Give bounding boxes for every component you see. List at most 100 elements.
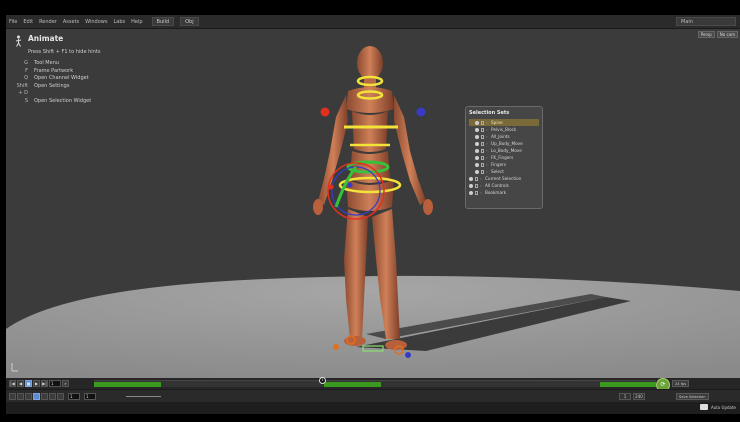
bottom-right-controls: Save Selection — [676, 393, 709, 400]
eye-icon[interactable] — [469, 176, 473, 181]
lock-icon[interactable] — [481, 169, 484, 174]
menu-windows[interactable]: Windows — [82, 19, 110, 25]
chat-icon — [699, 404, 708, 410]
selection-set-row[interactable]: › Pelvis_Block — [469, 126, 539, 133]
graph-tool-icon[interactable] — [41, 393, 48, 400]
save-selection-button[interactable]: Save Selection — [676, 393, 709, 400]
menu-render[interactable]: Render — [36, 19, 60, 25]
main-selector[interactable]: Main — [676, 17, 736, 26]
lock-icon[interactable] — [481, 127, 484, 132]
eye-icon[interactable] — [475, 169, 479, 174]
step-back-button[interactable]: ◀ — [17, 380, 24, 387]
scene-viewport[interactable]: Animate Press Shift + F1 to hide hints G… — [6, 29, 740, 378]
menu-labs[interactable]: Labs — [110, 19, 128, 25]
camera-menu[interactable]: No cam — [716, 31, 738, 38]
selection-set-row[interactable]: › Spine — [469, 119, 539, 126]
shortcut-row: Q Open Channel Widget — [14, 75, 100, 83]
range-slider[interactable] — [126, 396, 161, 397]
shortcut-desc: Frame Partwork — [34, 67, 74, 74]
shortcut-row: F Frame Partwork — [14, 68, 100, 76]
tool-bar: 1 1 1 240 Save Selection — [6, 389, 740, 402]
selection-set-label: Up_Body_Move — [491, 141, 523, 146]
eye-icon[interactable] — [475, 148, 479, 153]
eye-icon[interactable] — [475, 162, 479, 167]
lock-icon[interactable] — [481, 155, 484, 160]
shortcut-desc: Open Settings — [34, 82, 70, 89]
selection-set-row[interactable]: › Fingers — [469, 161, 539, 168]
range-tool-icon[interactable] — [49, 393, 56, 400]
selection-set-label: Bookmark — [485, 190, 507, 195]
eye-icon[interactable] — [475, 155, 479, 160]
lock-icon[interactable] — [481, 120, 484, 125]
selection-set-row[interactable]: › Current Selection — [469, 175, 539, 182]
shortcut-key: F — [25, 67, 28, 74]
selection-set-row[interactable]: › All Controls — [469, 182, 539, 189]
selection-set-label: Fingers — [491, 162, 507, 167]
select-tool-icon[interactable] — [9, 393, 16, 400]
selection-set-list: › Spine › Pelvis_Block › All_Joints › Up_Body_M… — [469, 119, 539, 196]
play-button[interactable]: ▶ — [33, 380, 40, 387]
step-forward-button[interactable]: » — [62, 380, 69, 387]
menu-assets[interactable]: Assets — [60, 19, 82, 25]
timeline-right-controls: ⟳ 24 fps — [656, 377, 690, 392]
timeline: |◀ ◀ ■ ▶ ▶| 1 » 1 ⟳ 24 fps — [6, 377, 740, 392]
selection-set-row[interactable]: › Select — [469, 168, 539, 175]
selection-set-row[interactable]: › Lo_Body_Move — [469, 147, 539, 154]
menu-help[interactable]: Help — [128, 19, 145, 25]
status-right: Auto Update — [699, 404, 736, 410]
selection-set-label: Lo_Body_Move — [491, 148, 522, 153]
stop-button[interactable]: ■ — [25, 380, 32, 387]
end-frame-field[interactable]: 240 — [633, 393, 645, 400]
chevron-right-icon: › — [486, 120, 488, 125]
shortcut-key: Q — [24, 75, 28, 81]
lock-icon[interactable] — [475, 190, 478, 195]
loop-tool-icon[interactable] — [57, 393, 64, 400]
move-tool-icon[interactable] — [17, 393, 24, 400]
range-end-field[interactable]: 1 — [619, 393, 631, 400]
hide-hints-text: Press Shift + F1 to hide hints — [28, 48, 101, 55]
range-start-field[interactable]: 1 — [84, 393, 96, 400]
jump-end-button[interactable]: ▶| — [41, 380, 48, 387]
current-frame-field[interactable]: 1 — [49, 380, 61, 387]
selection-set-row[interactable]: › All_Joints — [469, 133, 539, 140]
eye-icon[interactable] — [475, 120, 479, 125]
lock-icon[interactable] — [481, 141, 484, 146]
selection-set-row[interactable]: › Up_Body_Move — [469, 140, 539, 147]
desktop-selector[interactable]: Build — [151, 17, 175, 26]
selection-set-label: All_Joints — [491, 134, 510, 139]
lock-icon[interactable] — [481, 162, 484, 167]
lock-icon[interactable] — [475, 176, 478, 181]
fps-field[interactable]: 24 fps — [672, 380, 690, 387]
jump-start-button[interactable]: |◀ — [9, 380, 16, 387]
menu-file[interactable]: File — [6, 19, 20, 25]
selection-set-row[interactable]: › FK_Fingers — [469, 154, 539, 161]
lock-icon[interactable] — [481, 148, 484, 153]
auto-update-toggle[interactable]: Auto Update — [711, 405, 736, 410]
key-tool-icon[interactable] — [33, 393, 40, 400]
chevron-right-icon: › — [480, 176, 482, 181]
shortcut-desc: Open Selection Widget — [34, 97, 92, 104]
shortcut-row: G Tool Menu — [14, 60, 100, 68]
selection-set-label: Select — [491, 169, 504, 174]
eye-icon[interactable] — [475, 127, 479, 132]
lock-icon[interactable] — [475, 183, 478, 188]
perspective-menu[interactable]: Persp — [697, 31, 715, 38]
lasso-tool-icon[interactable] — [25, 393, 32, 400]
shortcut-key: G — [24, 60, 28, 66]
selection-set-row[interactable]: › Bookmark — [469, 189, 539, 196]
shortcut-desc: Open Channel Widget — [34, 75, 89, 81]
selection-set-label: FK_Fingers — [491, 155, 514, 160]
eye-icon[interactable] — [475, 141, 479, 146]
key-segment — [324, 382, 381, 387]
bottom-tools: 1 1 — [9, 393, 96, 400]
eye-icon[interactable] — [469, 183, 473, 188]
panel-title: Selection Sets — [469, 110, 510, 116]
start-frame-field[interactable]: 1 — [68, 393, 80, 400]
eye-icon[interactable] — [469, 190, 473, 195]
lock-icon[interactable] — [481, 134, 484, 139]
eye-icon[interactable] — [475, 134, 479, 139]
timeline-track[interactable]: 1 — [94, 377, 656, 387]
playhead[interactable]: 1 — [319, 377, 326, 384]
network-path-selector[interactable]: Obj — [180, 17, 199, 26]
menu-edit[interactable]: Edit — [20, 19, 36, 25]
